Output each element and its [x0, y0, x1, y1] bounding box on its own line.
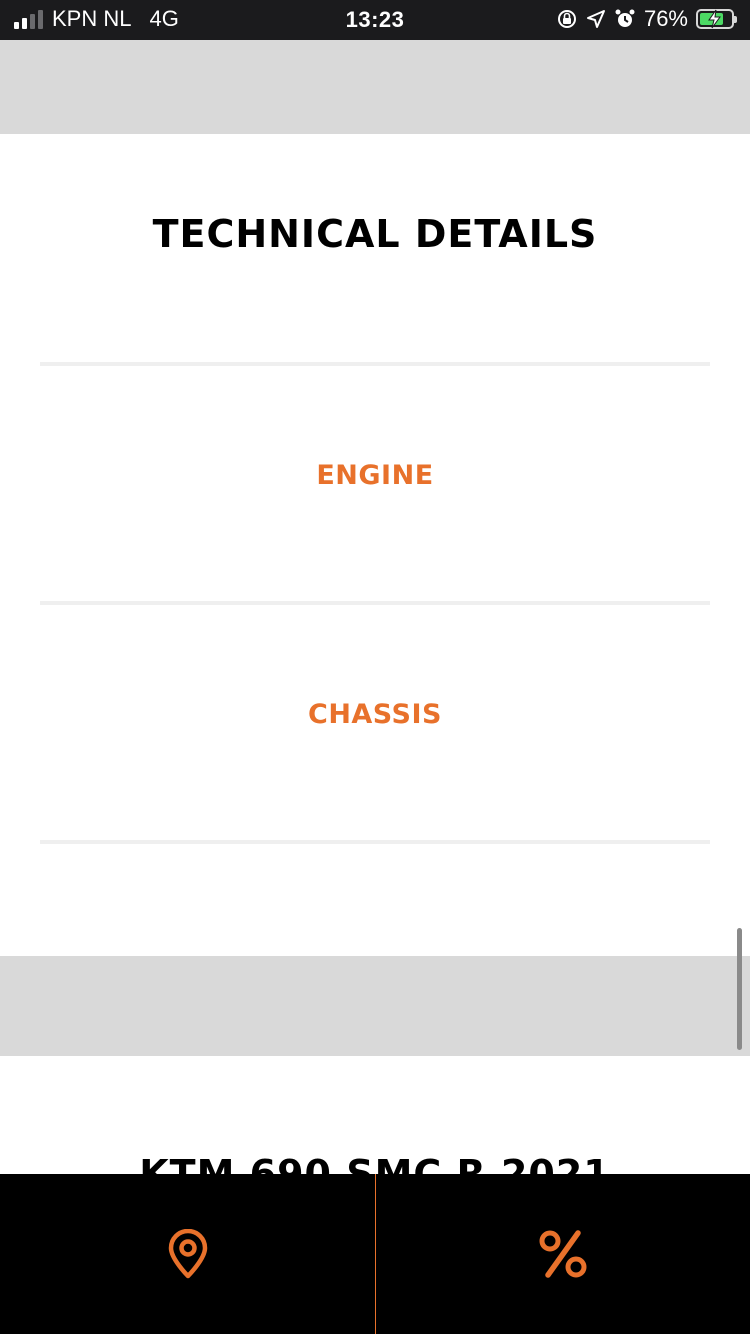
divider — [40, 601, 710, 605]
accordion-chassis[interactable]: CHASSIS — [40, 699, 710, 730]
image-placeholder-band — [0, 40, 750, 134]
status-bar: KPN NL 4G 13:23 76% — [0, 0, 750, 40]
offers-button[interactable] — [376, 1174, 750, 1334]
battery-icon — [696, 9, 737, 29]
divider — [40, 362, 710, 366]
scrollbar[interactable] — [737, 928, 742, 1050]
accordion-engine[interactable]: ENGINE — [40, 460, 710, 491]
percent-icon — [539, 1230, 587, 1278]
bottom-action-bar — [0, 1174, 750, 1334]
image-placeholder-band — [0, 956, 750, 1056]
location-arrow-icon — [586, 10, 605, 28]
alarm-icon — [615, 9, 635, 27]
battery-percent: 76% — [643, 6, 688, 31]
orientation-lock-icon — [557, 10, 576, 28]
technical-details-title: TECHNICAL DETAILS — [152, 212, 598, 256]
divider — [40, 840, 710, 844]
screen: KPN NL 4G 13:23 76% TECHNICAL DETAILS EN… — [0, 0, 750, 1334]
map-pin-icon — [168, 1229, 207, 1279]
dealer-locator-button[interactable] — [0, 1174, 375, 1334]
